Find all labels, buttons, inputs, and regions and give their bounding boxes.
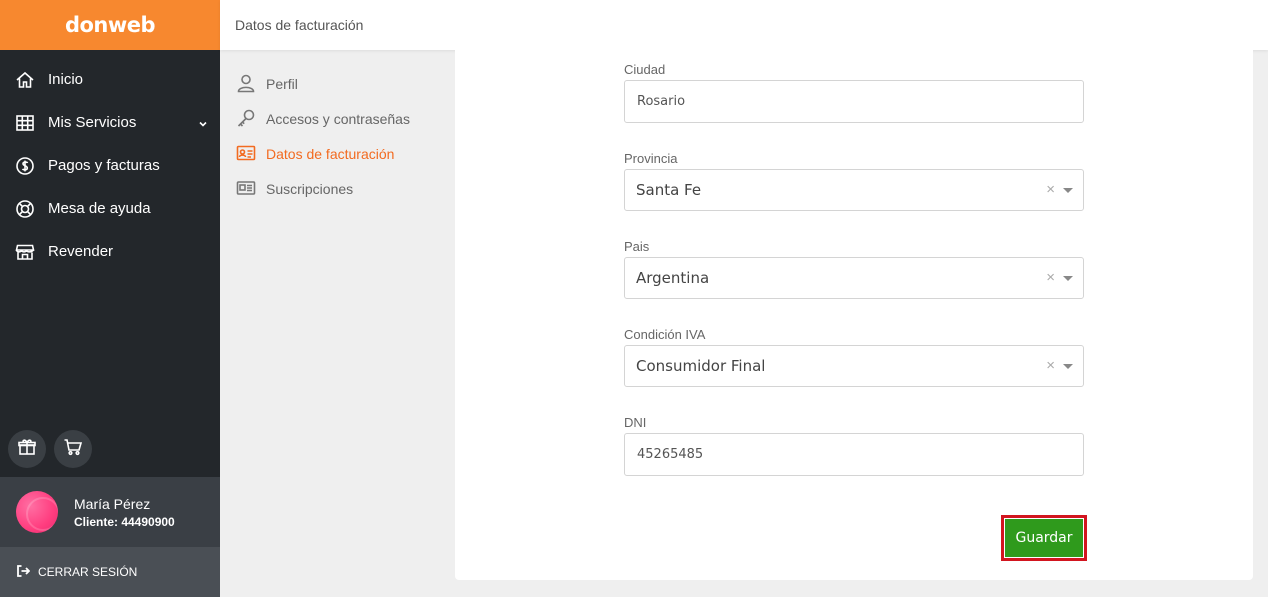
user-panel[interactable]: María Pérez Cliente: 44490900 xyxy=(0,477,220,547)
logout-icon xyxy=(16,564,38,581)
brand-logo[interactable]: donweb xyxy=(0,0,220,50)
sidebar-item-label: Mis Servicios xyxy=(48,114,137,131)
logout-label: CERRAR SESIÓN xyxy=(38,565,138,579)
logout-button[interactable]: CERRAR SESIÓN xyxy=(0,547,220,597)
subnav-item-accesos[interactable]: Accesos y contraseñas xyxy=(236,108,410,130)
subnav-item-suscripciones[interactable]: Suscripciones xyxy=(236,178,353,200)
condicion-iva-select[interactable]: Consumidor Final × xyxy=(624,345,1084,387)
page-title: Datos de facturación xyxy=(235,17,364,33)
subnav-item-datos-facturacion[interactable]: Datos de facturación xyxy=(236,143,394,165)
sidebar-item-mis-servicios[interactable]: Mis Servicios xyxy=(0,101,220,144)
pais-label: Pais xyxy=(624,239,650,254)
provincia-select[interactable]: Santa Fe × xyxy=(624,169,1084,211)
sidebar-item-revender[interactable]: Revender xyxy=(0,230,220,273)
save-button[interactable]: Guardar xyxy=(1005,519,1083,557)
chevron-down-icon xyxy=(198,116,208,127)
caret-down-icon[interactable] xyxy=(1063,188,1073,193)
ciudad-input[interactable] xyxy=(624,80,1084,123)
subnav-item-label: Suscripciones xyxy=(266,181,354,197)
sidebar-item-label: Revender xyxy=(48,243,114,260)
subnav-item-label: Datos de facturación xyxy=(266,146,395,162)
grid-icon xyxy=(14,112,36,134)
main-nav: Inicio Mis Servicios Pagos y facturas Me… xyxy=(0,58,220,273)
page-header: Datos de facturación xyxy=(220,0,1268,50)
account-subnav: Perfil Accesos y contraseñas Datos de fa… xyxy=(220,50,455,597)
sidebar-item-pagos[interactable]: Pagos y facturas xyxy=(0,144,220,187)
caret-down-icon[interactable] xyxy=(1063,364,1073,369)
clear-icon[interactable]: × xyxy=(1046,358,1055,374)
user-info: María Pérez Cliente: 44490900 xyxy=(74,496,175,529)
dni-label: DNI xyxy=(624,415,647,430)
dni-input[interactable] xyxy=(624,433,1084,476)
provincia-value: Santa Fe xyxy=(636,181,702,199)
user-name: María Pérez xyxy=(74,495,151,512)
billing-form-card: Ciudad Provincia Santa Fe × Pais Argenti… xyxy=(455,50,1253,580)
caret-down-icon[interactable] xyxy=(1063,276,1073,281)
subnav-item-label: Accesos y contraseñas xyxy=(266,111,410,127)
subnav-item-perfil[interactable]: Perfil xyxy=(236,73,298,95)
cart-button[interactable] xyxy=(54,430,92,468)
clear-icon[interactable]: × xyxy=(1046,270,1055,286)
sidebar: donweb Inicio Mis Servicios Pagos y fact… xyxy=(0,0,220,597)
subnav-item-label: Perfil xyxy=(266,76,298,92)
condicion-iva-label: Condición IVA xyxy=(624,327,706,342)
user-icon xyxy=(236,73,266,96)
cart-icon xyxy=(63,437,83,462)
key-icon xyxy=(236,108,266,131)
save-button-highlight: Guardar xyxy=(1001,515,1087,561)
gift-icon xyxy=(17,437,37,462)
pais-value: Argentina xyxy=(636,269,710,287)
client-number: Cliente: 44490900 xyxy=(74,514,175,529)
sidebar-item-mesa-de-ayuda[interactable]: Mesa de ayuda xyxy=(0,187,220,230)
clear-icon[interactable]: × xyxy=(1046,182,1055,198)
sidebar-item-label: Pagos y facturas xyxy=(48,157,160,174)
ciudad-label: Ciudad xyxy=(624,62,666,77)
newspaper-icon xyxy=(236,178,266,201)
sidebar-item-label: Mesa de ayuda xyxy=(48,200,151,217)
quick-actions xyxy=(8,430,92,468)
id-card-icon xyxy=(236,143,266,166)
sidebar-item-label: Inicio xyxy=(48,71,84,88)
condicion-iva-value: Consumidor Final xyxy=(636,357,766,375)
pais-select[interactable]: Argentina × xyxy=(624,257,1084,299)
sidebar-item-inicio[interactable]: Inicio xyxy=(0,58,220,101)
avatar xyxy=(16,491,58,533)
lifebuoy-icon xyxy=(14,198,36,220)
provincia-label: Provincia xyxy=(624,151,678,166)
gift-button[interactable] xyxy=(8,430,46,468)
store-icon xyxy=(14,241,36,263)
dollar-circle-icon xyxy=(14,155,36,177)
home-icon xyxy=(14,69,36,91)
